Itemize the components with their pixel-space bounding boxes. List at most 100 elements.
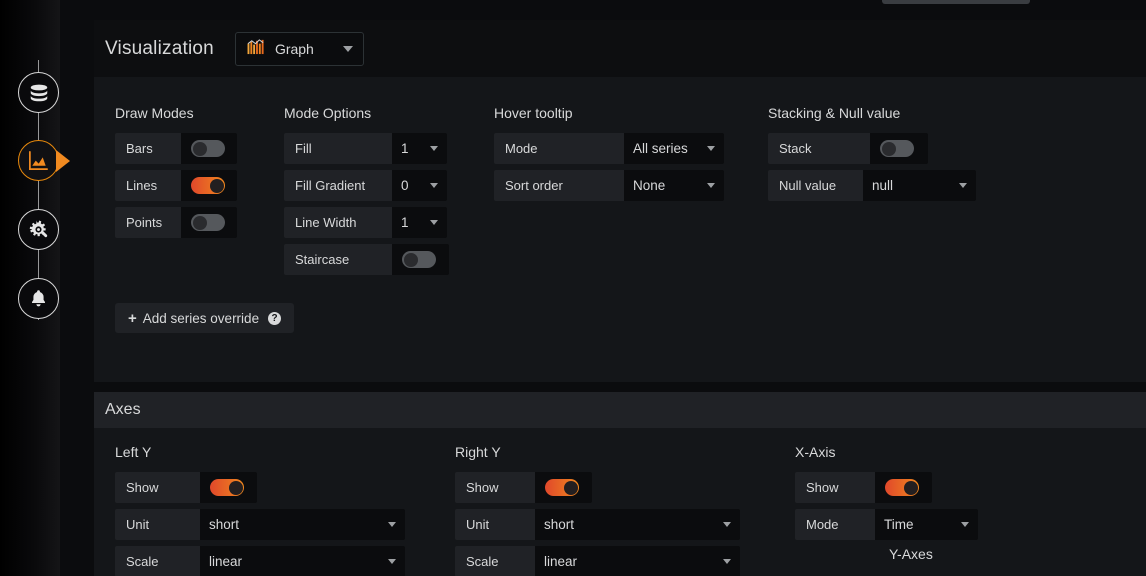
option-row-unit: Unit short	[115, 509, 405, 540]
option-label-lines: Lines	[115, 170, 181, 201]
column-title-stacking-null-value: Stacking & Null value	[768, 105, 976, 121]
add-series-override-label: Add series override	[143, 311, 259, 326]
toggle-knob	[193, 142, 207, 156]
sidebar-item-alert[interactable]	[18, 278, 59, 319]
column-title-x-axis: X-Axis	[795, 444, 978, 460]
visualization-settings-screen: Visualization Graph	[0, 0, 1146, 576]
axes-section-header: Axes	[94, 392, 1146, 428]
options-column-x-axis: X-Axis Show ModeTime	[795, 444, 978, 546]
axes-options-body: Left YShowUnitshortScalelinearRight YSho…	[94, 428, 1146, 576]
option-select-scale[interactable]: linear	[200, 546, 405, 576]
options-column-mode-options: Mode Options Fill1 Fill Gradient 0 Line Widt…	[284, 105, 449, 281]
option-row-stack: Stack	[768, 133, 976, 164]
option-select-fill[interactable]: 1	[392, 133, 447, 164]
toggle-show[interactable]	[545, 479, 579, 496]
option-select-unit[interactable]: short	[200, 509, 405, 540]
option-control-show[interactable]	[875, 472, 932, 503]
option-row-show: Show	[115, 472, 405, 503]
option-row-show: Show	[455, 472, 740, 503]
option-label-scale: Scale	[115, 546, 200, 576]
option-control-lines[interactable]	[181, 170, 237, 201]
option-row-fill: Fill1	[284, 133, 449, 164]
chevron-down-icon	[961, 522, 969, 527]
chevron-down-icon	[723, 559, 731, 564]
y-axes-title: Y-Axes	[889, 546, 933, 562]
toggle-knob	[210, 179, 224, 193]
option-select-unit[interactable]: short	[535, 509, 740, 540]
toggle-stack[interactable]	[880, 140, 914, 157]
option-control-stack[interactable]	[870, 133, 928, 164]
option-row-mode: ModeTime	[795, 509, 978, 540]
option-row-staircase: Staircase	[284, 244, 449, 275]
option-value-line-width: 1	[401, 215, 409, 230]
toggle-knob	[904, 481, 918, 495]
option-control-show[interactable]	[200, 472, 257, 503]
chevron-down-icon	[430, 220, 438, 225]
option-control-points[interactable]	[181, 207, 237, 238]
option-select-scale[interactable]: linear	[535, 546, 740, 576]
option-row-scale: Scalelinear	[455, 546, 740, 576]
option-value-unit: short	[209, 517, 239, 532]
chevron-down-icon	[707, 183, 715, 188]
option-select-line-width[interactable]: 1	[392, 207, 447, 238]
toggle-show[interactable]	[210, 479, 244, 496]
option-select-fill-gradient[interactable]: 0	[392, 170, 447, 201]
option-label-bars: Bars	[115, 133, 181, 164]
option-row-lines: Lines	[115, 170, 237, 201]
column-title-mode-options: Mode Options	[284, 105, 449, 121]
options-column-left-y: Left YShowUnitshortScalelinear	[115, 444, 405, 576]
option-label-mode: Mode	[795, 509, 875, 540]
sidebar-item-datasource[interactable]	[18, 72, 59, 113]
option-label-null-value: Null value	[768, 170, 863, 201]
options-column-draw-modes: Draw Modes Bars Lines Points	[115, 105, 237, 244]
option-value-fill-gradient: 0	[401, 178, 409, 193]
visualization-type-value: Graph	[275, 41, 334, 57]
option-control-bars[interactable]	[181, 133, 237, 164]
edit-mode-sidebar	[0, 0, 60, 576]
option-label-fill-gradient: Fill Gradient	[284, 170, 392, 201]
option-value-scale: linear	[209, 554, 242, 569]
option-label-show: Show	[455, 472, 535, 503]
option-select-mode[interactable]: All series	[624, 133, 724, 164]
option-select-sort-order[interactable]: None	[624, 170, 724, 201]
option-select-mode[interactable]: Time	[875, 509, 978, 540]
visualization-type-picker[interactable]: Graph	[235, 32, 364, 66]
option-label-line-width: Line Width	[284, 207, 392, 238]
help-icon[interactable]: ?	[268, 312, 281, 325]
toggle-staircase[interactable]	[402, 251, 436, 268]
option-label-unit: Unit	[115, 509, 200, 540]
toggle-lines[interactable]	[191, 177, 225, 194]
option-label-show: Show	[795, 472, 875, 503]
plus-icon: +	[128, 311, 137, 326]
add-series-override-button[interactable]: + Add series override ?	[115, 303, 294, 333]
visualization-options-body: Draw Modes Bars Lines Points Mode Options Fil…	[94, 77, 1146, 382]
bell-icon	[28, 288, 49, 309]
chevron-down-icon	[430, 183, 438, 188]
options-column-right-y: Right YShowUnitshortScalelinear	[455, 444, 740, 576]
graph-icon	[27, 149, 50, 172]
option-value-unit: short	[544, 517, 574, 532]
column-title-draw-modes: Draw Modes	[115, 105, 237, 121]
chevron-down-icon	[343, 46, 353, 52]
sidebar-item-general[interactable]	[18, 209, 59, 250]
axes-panel: Axes Left YShowUnitshortScalelinearRight…	[94, 392, 1146, 576]
toggle-points[interactable]	[191, 214, 225, 231]
option-row-show: Show	[795, 472, 978, 503]
option-row-points: Points	[115, 207, 237, 238]
toggle-bars[interactable]	[191, 140, 225, 157]
option-label-show: Show	[115, 472, 200, 503]
option-control-show[interactable]	[535, 472, 592, 503]
toggle-show[interactable]	[885, 479, 919, 496]
option-row-fill-gradient: Fill Gradient 0	[284, 170, 449, 201]
option-label-points: Points	[115, 207, 181, 238]
toggle-knob	[564, 481, 578, 495]
option-control-staircase[interactable]	[392, 244, 449, 275]
option-select-null-value[interactable]: null	[863, 170, 976, 201]
option-value-scale: linear	[544, 554, 577, 569]
option-label-staircase: Staircase	[284, 244, 392, 275]
option-label-sort-order: Sort order	[494, 170, 624, 201]
option-value-null-value: null	[872, 178, 893, 193]
option-value-mode: All series	[633, 141, 688, 156]
toggle-knob	[404, 253, 418, 267]
sidebar-item-visualization[interactable]	[18, 140, 59, 181]
